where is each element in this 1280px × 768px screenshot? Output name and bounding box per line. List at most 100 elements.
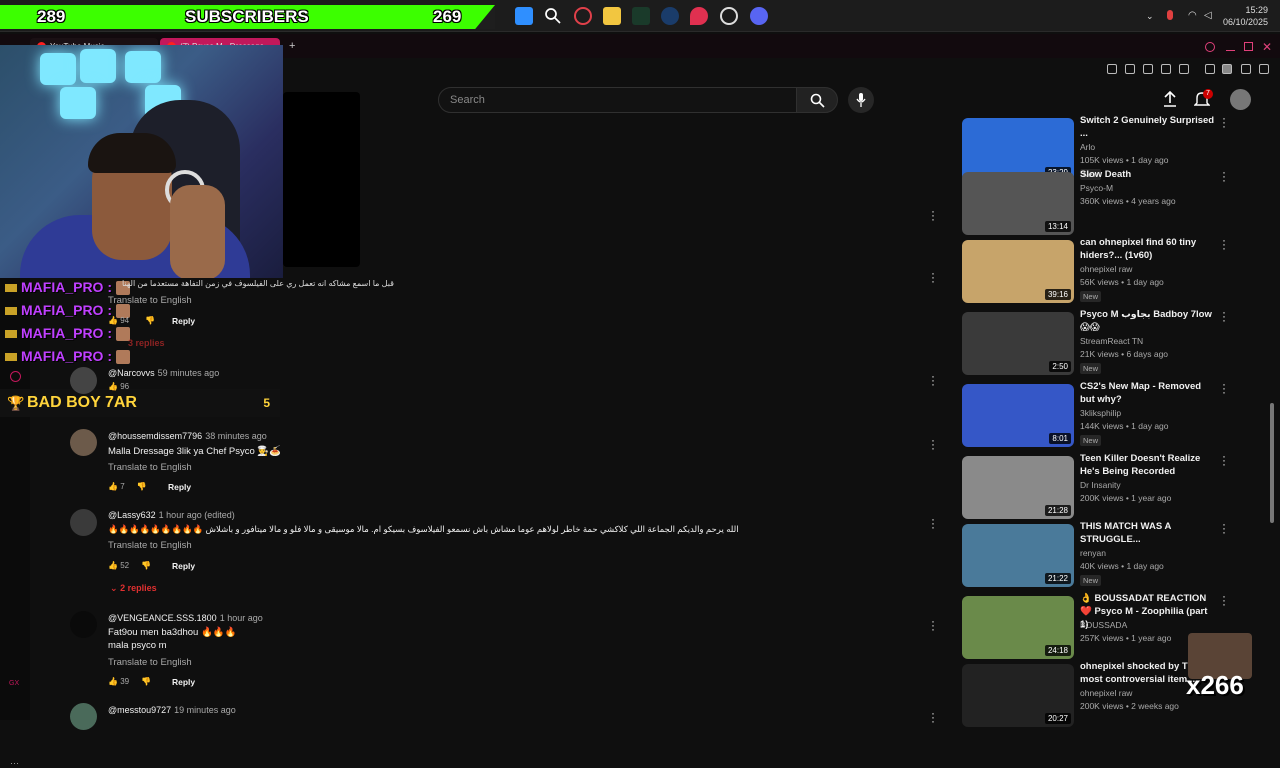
thumbs-up-icon[interactable]: 👍 <box>108 316 118 325</box>
upload-icon[interactable] <box>1162 91 1178 108</box>
heart-ext-icon[interactable] <box>1179 64 1189 74</box>
channel-name[interactable]: Psyco-M <box>1080 183 1113 193</box>
thumbs-up-icon[interactable]: 👍 <box>108 482 118 491</box>
replies-toggle[interactable]: ⌄ 2 replies <box>110 583 157 594</box>
shield-ext-icon[interactable] <box>1143 64 1153 74</box>
video-player[interactable] <box>283 92 360 267</box>
video-title[interactable]: THIS MATCH WAS A STRUGGLE... <box>1080 520 1216 546</box>
comment-user[interactable]: @Narcovvs <box>108 368 155 378</box>
new-tab-button[interactable]: + <box>289 40 295 52</box>
video-title[interactable]: Slow Death <box>1080 168 1216 181</box>
video-title[interactable]: can ohnepixel find 60 tiny hiders?... (1… <box>1080 236 1216 262</box>
steam-icon[interactable] <box>661 7 679 25</box>
reply-button[interactable]: Reply <box>172 677 195 687</box>
reply-button[interactable]: Reply <box>172 561 195 571</box>
video-menu-icon[interactable]: ··· <box>1222 590 1226 610</box>
comment-user[interactable]: @messtou9727 <box>108 705 171 715</box>
video-title[interactable]: Teen Killer Doesn't Realize He's Being R… <box>1080 452 1216 478</box>
comment-time[interactable]: 38 minutes ago <box>205 431 267 441</box>
menu-icon[interactable] <box>1259 64 1269 74</box>
gx-icon[interactable]: GX <box>9 680 19 687</box>
channel-name[interactable]: ohnepixel raw <box>1080 264 1132 274</box>
thumbs-down-icon[interactable]: 👎 <box>141 677 151 686</box>
channel-name[interactable]: BOUSSADA <box>1080 620 1127 630</box>
reply-button[interactable]: Reply <box>168 482 191 492</box>
folder-icon[interactable] <box>603 7 621 25</box>
video-thumbnail[interactable]: 24:18 <box>962 596 1074 659</box>
wifi-icon[interactable]: ◠ <box>1188 10 1197 21</box>
avatar[interactable] <box>70 429 97 456</box>
discord-icon[interactable] <box>750 7 768 25</box>
opera-icon[interactable] <box>574 7 592 25</box>
play-ext-icon[interactable] <box>1161 64 1171 74</box>
terminal-icon[interactable] <box>632 7 650 25</box>
snapshot-ext-icon[interactable] <box>1125 64 1135 74</box>
translate-link[interactable]: Translate to English <box>108 295 192 306</box>
search-tabs-icon[interactable] <box>1205 42 1215 52</box>
video-menu-icon[interactable]: ··· <box>1222 518 1226 538</box>
windows-icon[interactable] <box>515 7 533 25</box>
comment-menu-icon[interactable]: · · · <box>930 205 936 225</box>
thumbs-down-icon[interactable]: 👎 <box>141 561 151 570</box>
voice-search-button[interactable] <box>848 87 874 113</box>
thumbs-up-icon[interactable]: 👍 <box>108 561 118 570</box>
system-clock[interactable]: 15:29 06/10/2025 <box>1223 4 1268 28</box>
maximize-icon[interactable] <box>1244 42 1253 51</box>
video-menu-icon[interactable]: ··· <box>1222 112 1226 132</box>
pin-icon[interactable] <box>690 7 708 25</box>
video-title[interactable]: CS2's New Map - Removed but why? <box>1080 380 1216 406</box>
video-thumbnail[interactable]: 21:28 <box>962 456 1074 519</box>
avatar[interactable] <box>70 367 97 394</box>
extensions-icon[interactable] <box>1205 64 1215 74</box>
pin-ext-icon[interactable] <box>1107 64 1117 74</box>
thumbs-up-icon[interactable]: 👍 <box>108 382 118 391</box>
channel-name[interactable]: Arlo <box>1080 142 1095 152</box>
search-icon[interactable] <box>544 7 561 24</box>
minimize-icon[interactable] <box>1226 50 1235 51</box>
video-thumbnail[interactable]: 20:27 <box>962 664 1074 727</box>
replies-toggle[interactable]: 3 replies <box>128 338 165 348</box>
avatar[interactable] <box>70 703 97 730</box>
recording-icon[interactable] <box>720 7 738 25</box>
thumbs-up-icon[interactable]: 👍 <box>108 677 118 686</box>
comment-menu-icon[interactable]: · · · <box>930 434 936 454</box>
avatar[interactable] <box>1230 89 1251 110</box>
comment-menu-icon[interactable]: · · · <box>930 370 936 390</box>
comment-menu-icon[interactable]: · · · <box>930 513 936 533</box>
channel-name[interactable]: ohnepixel raw <box>1080 688 1132 698</box>
avatar[interactable] <box>70 611 97 638</box>
opera-icon[interactable] <box>10 371 21 382</box>
comment-menu-icon[interactable]: · · · <box>930 615 936 635</box>
channel-name[interactable]: 3kliksphilip <box>1080 408 1121 418</box>
video-thumbnail[interactable]: 39:16 <box>962 240 1074 303</box>
translate-link[interactable]: Translate to English <box>108 657 192 668</box>
chevron-up-icon[interactable]: ⌄ <box>1146 11 1154 22</box>
comment-time[interactable]: 59 minutes ago <box>158 368 220 378</box>
thumbs-down-icon[interactable]: 👎 <box>137 482 147 491</box>
scrollbar[interactable] <box>1270 403 1274 523</box>
video-thumbnail[interactable]: 8:01 <box>962 384 1074 447</box>
comment-user[interactable]: @Lassy632 <box>108 510 156 520</box>
video-title[interactable]: Switch 2 Genuinely Surprised ... <box>1080 114 1216 140</box>
comment-menu-icon[interactable]: · · · <box>930 707 936 727</box>
comment-user[interactable]: @houssemdissem7796 <box>108 431 202 441</box>
video-menu-icon[interactable]: ··· <box>1222 450 1226 470</box>
search-input[interactable]: Search <box>438 87 797 113</box>
video-menu-icon[interactable]: ··· <box>1222 378 1226 398</box>
channel-name[interactable]: renyan <box>1080 548 1106 558</box>
more-icon[interactable]: ··· <box>10 758 19 768</box>
comment-time[interactable]: 1 hour ago <box>220 613 263 623</box>
video-menu-icon[interactable]: ··· <box>1222 234 1226 254</box>
avatar[interactable] <box>70 509 97 536</box>
translate-link[interactable]: Translate to English <box>108 540 192 551</box>
video-title[interactable]: Psyco M بجاوب Badboy 7low 😱😱 <box>1080 308 1216 334</box>
channel-name[interactable]: Dr Insanity <box>1080 480 1121 490</box>
comment-time[interactable]: 1 hour ago (edited) <box>159 510 235 520</box>
video-thumbnail[interactable]: 13:14 <box>962 172 1074 235</box>
volume-icon[interactable]: ◁ <box>1204 10 1212 21</box>
download-icon[interactable] <box>1241 64 1251 74</box>
translate-link[interactable]: Translate to English <box>108 462 192 473</box>
video-thumbnail[interactable]: 21:22 <box>962 524 1074 587</box>
profile-ext-icon[interactable] <box>1222 64 1232 74</box>
close-icon[interactable]: ✕ <box>1262 40 1272 54</box>
